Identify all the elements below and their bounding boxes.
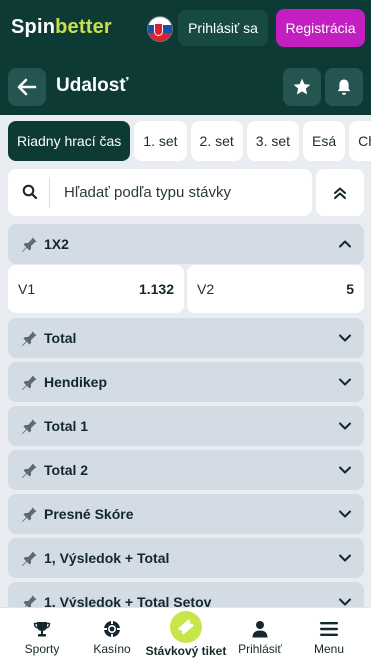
hamburger-icon xyxy=(320,622,338,636)
market-name: Total xyxy=(44,330,77,346)
market-name: Total 2 xyxy=(44,462,89,478)
login-button[interactable]: Prihlásiť sa xyxy=(178,10,268,46)
pin-icon xyxy=(22,329,37,346)
chevron-down-icon xyxy=(339,554,351,562)
slovak-flag-icon[interactable] xyxy=(147,16,173,42)
odds-row-1x2: V1 1.132 V2 5 xyxy=(8,265,364,313)
nav-label: Sporty xyxy=(24,642,60,656)
logo-text-spin: Spin xyxy=(11,16,56,38)
double-chevron-up-icon xyxy=(334,187,346,199)
market-total[interactable]: Total xyxy=(8,318,364,358)
tab-set-2[interactable]: 2. set xyxy=(190,121,243,161)
arrow-left-icon xyxy=(17,78,37,96)
notifications-button[interactable] xyxy=(325,68,363,106)
market-handicap[interactable]: Hendikep xyxy=(8,362,364,402)
market-exact-score[interactable]: Presné Skóre xyxy=(8,494,364,534)
tab-set-3[interactable]: 3. set xyxy=(246,121,300,161)
top-header: Spinbetter Prihlásiť sa Registrácia xyxy=(0,0,371,59)
market-total-2[interactable]: Total 2 xyxy=(8,450,364,490)
market-name: Hendikep xyxy=(44,374,108,390)
chevron-down-icon xyxy=(339,466,351,474)
nav-sports[interactable]: Sporty xyxy=(14,608,70,661)
bell-icon xyxy=(337,79,351,95)
nav-menu[interactable]: Menu xyxy=(301,608,357,661)
odd-button-v2[interactable]: V2 5 xyxy=(187,265,364,313)
pin-icon xyxy=(22,417,37,434)
pin-icon xyxy=(22,461,37,478)
pin-icon xyxy=(22,505,37,522)
ticket-icon xyxy=(178,619,194,635)
nav-label: Prihlásiť xyxy=(238,642,282,656)
market-name: 1X2 xyxy=(44,236,69,252)
back-button[interactable] xyxy=(8,68,46,106)
market-name: Total 1 xyxy=(44,418,89,434)
page-title: Udalosť xyxy=(56,75,129,96)
nav-label-bet-slip: Stávkový tiket xyxy=(145,644,227,658)
search-divider xyxy=(49,177,50,208)
star-icon xyxy=(293,78,311,95)
tab-aces[interactable]: Esá xyxy=(303,121,346,161)
odd-button-v1[interactable]: V1 1.132 xyxy=(8,265,184,313)
tab-set-1[interactable]: 1. set xyxy=(134,121,187,161)
event-subheader: Udalosť xyxy=(0,59,371,115)
pin-icon xyxy=(22,373,37,390)
market-1x2[interactable]: 1X2 xyxy=(8,224,364,264)
chevron-down-icon xyxy=(339,510,351,518)
nav-label: Kasíno xyxy=(93,642,131,656)
nav-login[interactable]: Prihlásiť xyxy=(232,608,288,661)
register-button[interactable]: Registrácia xyxy=(276,9,365,47)
chevron-up-icon xyxy=(339,240,351,248)
odd-value: 5 xyxy=(346,281,354,297)
tab-full-time[interactable]: Riadny hrací čas xyxy=(8,121,131,161)
chevron-down-icon xyxy=(339,422,351,430)
trophy-icon xyxy=(33,622,51,637)
logo-text-better: better xyxy=(55,16,112,38)
casino-chip-icon xyxy=(104,621,120,637)
odd-value: 1.132 xyxy=(138,281,174,297)
pin-icon xyxy=(22,549,37,566)
chevron-down-icon xyxy=(339,378,351,386)
collapse-all-button[interactable] xyxy=(316,169,364,216)
user-icon xyxy=(252,621,268,638)
period-tabs: Riadny hrací čas1. set2. set3. setEsáCh xyxy=(8,121,371,161)
market-name: 1, Výsledok + Total xyxy=(44,550,170,566)
search-input[interactable] xyxy=(64,181,304,204)
odd-label: V2 xyxy=(197,281,215,297)
spinbetter-logo[interactable]: Spinbetter xyxy=(11,16,112,39)
market-result-total[interactable]: 1, Výsledok + Total xyxy=(8,538,364,578)
chevron-down-icon xyxy=(339,334,351,342)
bet-slip-button[interactable] xyxy=(170,611,202,643)
tab-more[interactable]: Ch xyxy=(349,121,371,161)
favorite-button[interactable] xyxy=(283,68,321,106)
market-name: Presné Skóre xyxy=(44,506,134,522)
search-icon xyxy=(22,184,38,200)
pin-icon xyxy=(22,235,37,252)
odd-label: V1 xyxy=(18,281,36,297)
market-total-1[interactable]: Total 1 xyxy=(8,406,364,446)
nav-label: Menu xyxy=(313,642,345,656)
market-search-box xyxy=(8,169,312,216)
nav-casino[interactable]: Kasíno xyxy=(84,608,140,661)
